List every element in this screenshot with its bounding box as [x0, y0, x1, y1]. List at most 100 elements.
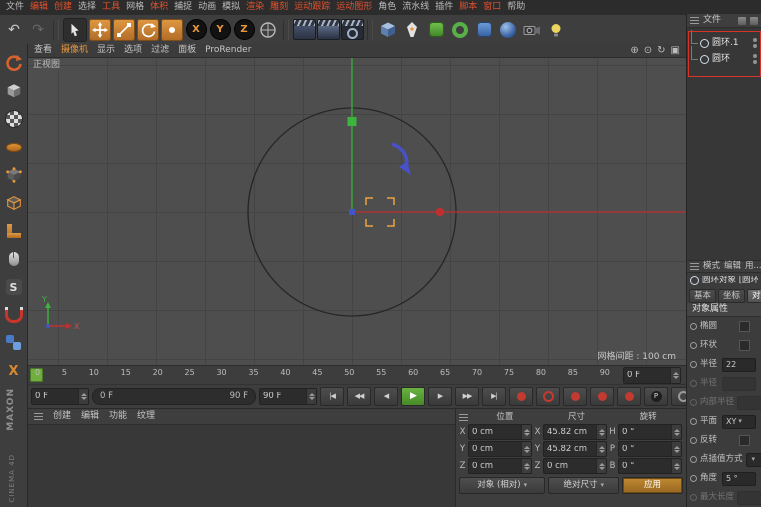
- light-button[interactable]: [545, 19, 567, 41]
- menu-burger-icon[interactable]: [690, 263, 699, 270]
- size-x-value[interactable]: 45.82 cm: [544, 428, 596, 437]
- visibility-toggles[interactable]: [753, 38, 757, 48]
- material-menu-texture[interactable]: 纹理: [137, 412, 155, 421]
- menu-snap[interactable]: 捕捉: [171, 3, 195, 12]
- z-axis-lock-button[interactable]: Z: [233, 19, 255, 41]
- position-y-field[interactable]: 0 cm: [468, 441, 532, 457]
- keyframe-dot-icon[interactable]: [690, 418, 697, 425]
- vp-menu-display[interactable]: 显示: [97, 46, 115, 55]
- y-axis-lock-button[interactable]: Y: [209, 19, 231, 41]
- stepper[interactable]: [521, 459, 531, 473]
- previous-frame-button[interactable]: ◀: [374, 387, 398, 406]
- object-origin[interactable]: [349, 209, 355, 215]
- om-filter-icon[interactable]: [738, 16, 746, 25]
- menu-file[interactable]: 文件: [3, 3, 27, 12]
- menu-mograph[interactable]: 运动图形: [333, 3, 375, 12]
- stepper[interactable]: [521, 425, 531, 439]
- coordinate-system-button[interactable]: [257, 19, 279, 41]
- menu-tools[interactable]: 工具: [99, 3, 123, 12]
- record-keyframe-button[interactable]: [509, 387, 533, 406]
- object-row-circle[interactable]: 圆环: [687, 46, 761, 67]
- timeline-ruler[interactable]: 0 5 10 15 20 25 30 35 40 45 50 55 60 65 …: [28, 365, 686, 384]
- goto-end-button[interactable]: ▶|: [482, 387, 506, 406]
- last-tool[interactable]: [161, 18, 183, 41]
- material-menu-edit[interactable]: 编辑: [81, 412, 99, 421]
- om-menu-file[interactable]: 文件: [703, 16, 721, 25]
- snap-magnet-icon[interactable]: [4, 305, 24, 325]
- camera-button[interactable]: [521, 19, 543, 41]
- menu-render[interactable]: 渲染: [243, 3, 267, 12]
- frame-range-slider[interactable]: 0 F 90 F: [92, 388, 256, 405]
- keyframe-dot-icon[interactable]: [690, 475, 697, 482]
- position-z-field[interactable]: 0 cm: [468, 458, 532, 474]
- coord-mode-dropdown[interactable]: 对象 (相对) ▾: [459, 477, 546, 494]
- render-settings-button[interactable]: [340, 19, 364, 41]
- ring-checkbox[interactable]: [739, 340, 750, 351]
- apply-button[interactable]: 应用: [622, 477, 683, 494]
- menu-character[interactable]: 角色: [375, 3, 399, 12]
- bend-deformer-button[interactable]: [473, 19, 495, 41]
- vp-menu-view[interactable]: 查看: [34, 46, 52, 55]
- record-scale-toggle[interactable]: [590, 387, 614, 406]
- menu-simulate[interactable]: 模拟: [219, 3, 243, 12]
- move-tool[interactable]: [89, 18, 111, 41]
- record-rotation-toggle[interactable]: [617, 387, 641, 406]
- rotation-h-field[interactable]: 0 °: [618, 424, 682, 440]
- vp-menu-camera[interactable]: 摄像机: [61, 46, 88, 55]
- menu-select[interactable]: 选择: [75, 3, 99, 12]
- vp-menu-options[interactable]: 选项: [124, 46, 142, 55]
- record-parameter-toggle[interactable]: P: [644, 387, 668, 406]
- stepper[interactable]: [596, 442, 606, 456]
- start-frame-field[interactable]: 0 F: [31, 388, 89, 405]
- pan-view-icon[interactable]: ⊕: [630, 45, 638, 56]
- stepper[interactable]: [671, 459, 681, 473]
- size-z-field[interactable]: 0 cm: [543, 458, 607, 474]
- stepper[interactable]: [671, 442, 681, 456]
- size-x-field[interactable]: 45.82 cm: [543, 424, 607, 440]
- autokeying-button[interactable]: [536, 387, 560, 406]
- am-menu-mode[interactable]: 模式: [703, 262, 720, 271]
- render-visibility-dot[interactable]: [753, 44, 757, 48]
- toggle-views-icon[interactable]: ▣: [671, 45, 680, 56]
- texture-mode-icon[interactable]: [4, 109, 24, 129]
- vp-menu-prorender[interactable]: ProRender: [205, 46, 251, 55]
- scale-tool[interactable]: [113, 18, 135, 41]
- start-frame-value[interactable]: 0 F: [32, 392, 78, 401]
- rotate-tool[interactable]: [137, 18, 159, 41]
- end-frame-stepper[interactable]: [306, 389, 316, 404]
- object-row-circle1[interactable]: 圆环.1: [687, 30, 761, 51]
- workplane-mode-icon[interactable]: [4, 137, 24, 157]
- menu-help[interactable]: 帮助: [504, 3, 528, 12]
- keyframe-dot-icon[interactable]: [690, 456, 697, 463]
- stepper[interactable]: [521, 442, 531, 456]
- material-menu-function[interactable]: 功能: [109, 412, 127, 421]
- undo-icon[interactable]: ↶: [3, 19, 25, 41]
- tab-object[interactable]: 对象: [747, 289, 761, 303]
- position-z-value[interactable]: 0 cm: [469, 462, 521, 471]
- subdivision-surface-button[interactable]: [425, 19, 447, 41]
- model-mode-icon[interactable]: [4, 81, 24, 101]
- play-button[interactable]: ▶: [401, 387, 425, 406]
- object-properties-section[interactable]: 对象属性: [687, 303, 761, 317]
- record-position-toggle[interactable]: [563, 387, 587, 406]
- menu-pipeline[interactable]: 流水线: [399, 3, 432, 12]
- stepper[interactable]: [671, 425, 681, 439]
- keyframe-dot-icon[interactable]: [690, 361, 697, 368]
- object-manager[interactable]: 圆环.1 圆环: [687, 28, 761, 260]
- rotation-b-value[interactable]: 0 °: [619, 462, 671, 471]
- field-button[interactable]: [497, 19, 519, 41]
- material-menu-create[interactable]: 创建: [53, 412, 71, 421]
- start-frame-stepper[interactable]: [78, 389, 88, 404]
- menu-plugins[interactable]: 插件: [432, 3, 456, 12]
- menu-animate[interactable]: 动画: [195, 3, 219, 12]
- rotation-p-field[interactable]: 0 °: [618, 441, 682, 457]
- plane-dropdown[interactable]: XY ▾: [722, 414, 756, 429]
- size-y-value[interactable]: 45.82 cm: [544, 445, 596, 454]
- axis-mode-icon[interactable]: X: [4, 361, 24, 381]
- goto-start-button[interactable]: |◀: [320, 387, 344, 406]
- editor-visibility-dot[interactable]: [753, 38, 757, 42]
- x-axis-lock-button[interactable]: X: [185, 19, 207, 41]
- polygons-mode-icon[interactable]: [4, 221, 24, 241]
- menu-mesh[interactable]: 网格: [123, 3, 147, 12]
- rotation-h-value[interactable]: 0 °: [619, 428, 671, 437]
